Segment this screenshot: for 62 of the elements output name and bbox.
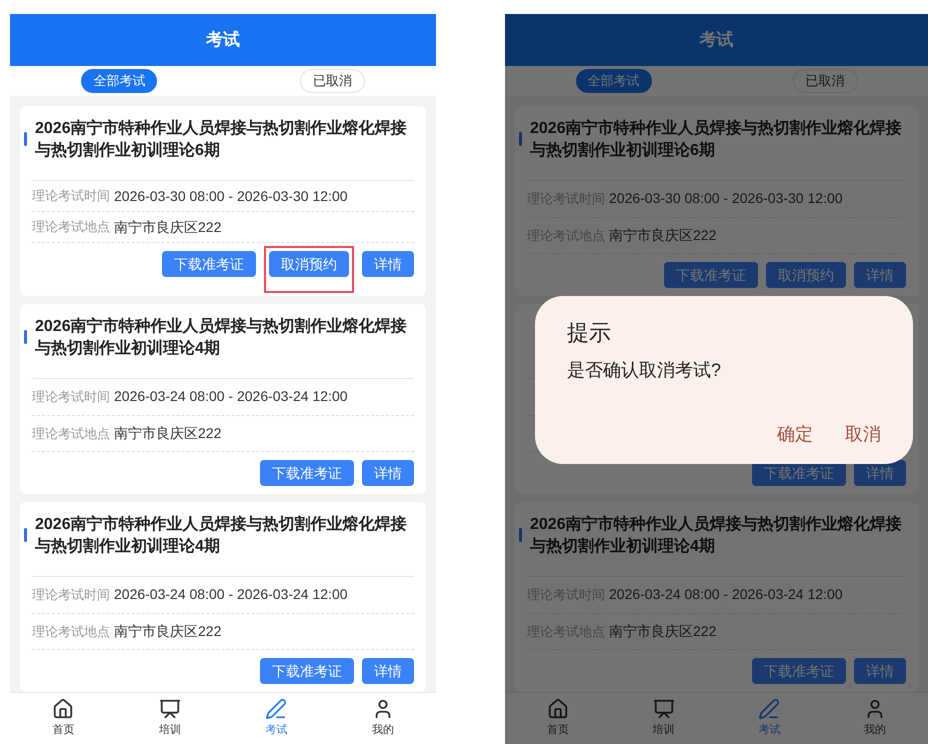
time-label: 理论考试时间 xyxy=(32,388,110,406)
page-title: 考试 xyxy=(206,29,240,52)
action-button[interactable]: 详情 xyxy=(362,251,414,277)
action-button[interactable]: 取消预约 xyxy=(766,262,846,288)
presentation-board-icon xyxy=(652,698,675,720)
time-label: 理论考试时间 xyxy=(32,586,110,604)
exam-title: 2026南宁市特种作业人员焊接与热切割作业熔化焊接与热切割作业初训理论6期 xyxy=(530,118,903,161)
accent-bar xyxy=(519,528,522,542)
exam-time: 2026-03-24 08:00 - 2026-03-24 12:00 xyxy=(114,585,348,604)
action-button[interactable]: 下载准考证 xyxy=(260,658,354,684)
nav-item[interactable]: 培训 xyxy=(634,698,694,739)
place-label: 理论考试地点 xyxy=(32,218,110,236)
action-button[interactable]: 取消预约 xyxy=(269,251,349,277)
action-button[interactable]: 下载准考证 xyxy=(664,262,758,288)
page-title: 考试 xyxy=(700,29,734,52)
presentation-board-icon xyxy=(158,698,181,720)
exam-place: 南宁市良庆区222 xyxy=(609,622,716,641)
place-label: 理论考试地点 xyxy=(32,424,110,442)
exam-title: 2026南宁市特种作业人员焊接与热切割作业熔化焊接与热切割作业初训理论4期 xyxy=(35,514,408,557)
home-icon xyxy=(52,698,74,720)
accent-bar xyxy=(519,132,522,146)
nav-item[interactable]: 考试 xyxy=(246,698,306,739)
exam-title: 2026南宁市特种作业人员焊接与热切割作业熔化焊接与热切割作业初训理论4期 xyxy=(530,514,903,557)
exam-time: 2026-03-30 08:00 - 2026-03-30 12:00 xyxy=(114,186,348,206)
action-button[interactable]: 详情 xyxy=(362,460,414,486)
filter-tab[interactable]: 全部考试 xyxy=(81,69,158,93)
action-button[interactable]: 详情 xyxy=(854,262,906,288)
dialog-message: 是否确认取消考试? xyxy=(567,359,722,382)
home-icon xyxy=(546,698,569,720)
place-label: 理论考试地点 xyxy=(32,622,110,640)
accent-bar xyxy=(24,528,27,542)
action-button[interactable]: 详情 xyxy=(362,658,414,684)
nav-item[interactable]: 首页 xyxy=(33,698,94,739)
nav-item[interactable]: 首页 xyxy=(528,698,588,739)
time-label: 理论考试时间 xyxy=(32,187,110,206)
filter-tab[interactable]: 已取消 xyxy=(300,69,365,93)
nav-item[interactable]: 考试 xyxy=(739,698,800,739)
accent-bar xyxy=(24,132,27,146)
pen-icon xyxy=(265,698,288,720)
exam-title: 2026南宁市特种作业人员焊接与热切割作业熔化焊接与热切割作业初训理论4期 xyxy=(35,316,408,359)
nav-item[interactable]: 我的 xyxy=(352,698,413,739)
pen-icon xyxy=(758,698,780,720)
exam-place: 南宁市良庆区222 xyxy=(114,622,222,641)
exam-title: 2026南宁市特种作业人员焊接与热切割作业熔化焊接与热切割作业初训理论6期 xyxy=(35,118,408,161)
dialog-button[interactable]: 取消 xyxy=(845,421,881,448)
exam-time: 2026-03-30 08:00 - 2026-03-30 12:00 xyxy=(609,189,843,208)
exam-place: 南宁市良庆区222 xyxy=(609,226,716,245)
nav-item[interactable]: 培训 xyxy=(140,698,200,739)
action-button[interactable]: 下载准考证 xyxy=(260,460,354,486)
action-button[interactable]: 下载准考证 xyxy=(752,658,846,684)
exam-place: 南宁市良庆区222 xyxy=(114,218,222,236)
dialog-button[interactable]: 确定 xyxy=(777,421,813,448)
dialog-title: 提示 xyxy=(567,319,611,347)
exam-place: 南宁市良庆区222 xyxy=(114,424,222,443)
exam-time: 2026-03-24 08:00 - 2026-03-24 12:00 xyxy=(609,585,843,604)
nav-item[interactable]: 我的 xyxy=(845,698,906,739)
action-button[interactable]: 详情 xyxy=(854,658,906,684)
exam-time: 2026-03-24 08:00 - 2026-03-24 12:00 xyxy=(114,387,348,406)
filter-tab[interactable]: 全部考试 xyxy=(576,69,652,93)
accent-bar xyxy=(24,330,27,344)
filter-tab[interactable]: 已取消 xyxy=(792,69,858,93)
action-button[interactable]: 下载准考证 xyxy=(162,251,256,277)
